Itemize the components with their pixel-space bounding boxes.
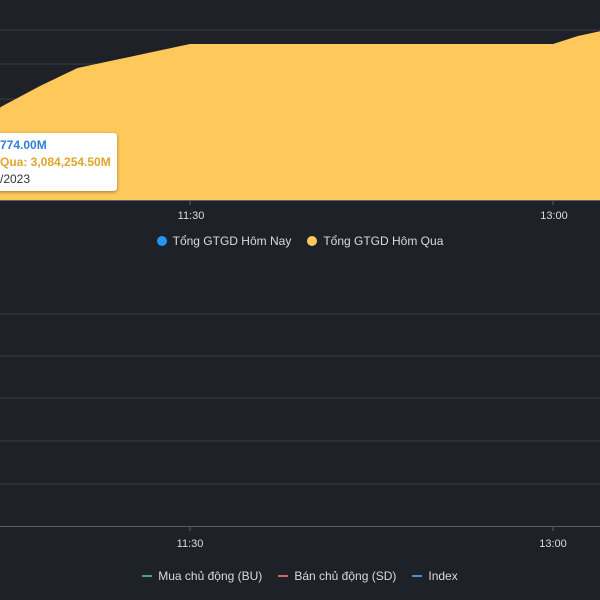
bottom-chart-legend: Mua chủ động (BU) Bán chủ động (SD) Inde… [0, 569, 600, 583]
legend-label-sell: Bán chủ động (SD) [294, 569, 397, 583]
legend-line-sell [278, 575, 289, 577]
tooltip-yesterday-value: Qua: 3,084,254.50M [0, 155, 111, 169]
legend-dot-today [156, 236, 167, 246]
legend-item-yesterday[interactable]: Tổng GTGD Hôm Qua [307, 234, 443, 248]
legend-label-today: Tổng GTGD Hôm Nay [172, 234, 292, 248]
tooltip-date: /2023 [0, 172, 31, 186]
legend-item-today[interactable]: Tổng GTGD Hôm Nay [156, 234, 292, 248]
legend-item-buy[interactable]: Mua chủ động (BU) [142, 569, 262, 583]
legend-item-index[interactable]: Index [412, 569, 458, 583]
top-x-tick-label-1: 13:00 [540, 210, 568, 222]
legend-line-buy [142, 575, 153, 577]
chart-tooltip: 774.00M Qua: 3,084,254.50M /2023 [0, 133, 117, 191]
legend-line-index [412, 575, 423, 577]
bottom-chart: 11:30 13:00 [0, 313, 600, 550]
top-chart: 11:30 13:00 [0, 29, 600, 222]
top-x-tick-label-0: 11:30 [178, 210, 205, 222]
legend-label-index: Index [428, 569, 458, 583]
bottom-x-tick-label-1: 13:00 [539, 538, 567, 550]
tooltip-today-value: 774.00M [0, 138, 47, 152]
bottom-x-tick-label-0: 11:30 [177, 538, 204, 550]
top-chart-legend: Tổng GTGD Hôm Nay Tổng GTGD Hôm Qua [0, 234, 600, 248]
legend-dot-yesterday [307, 236, 318, 246]
legend-item-sell[interactable]: Bán chủ động (SD) [278, 569, 396, 583]
legend-label-yesterday: Tổng GTGD Hôm Qua [323, 234, 444, 248]
legend-label-buy: Mua chủ động (BU) [158, 569, 263, 583]
